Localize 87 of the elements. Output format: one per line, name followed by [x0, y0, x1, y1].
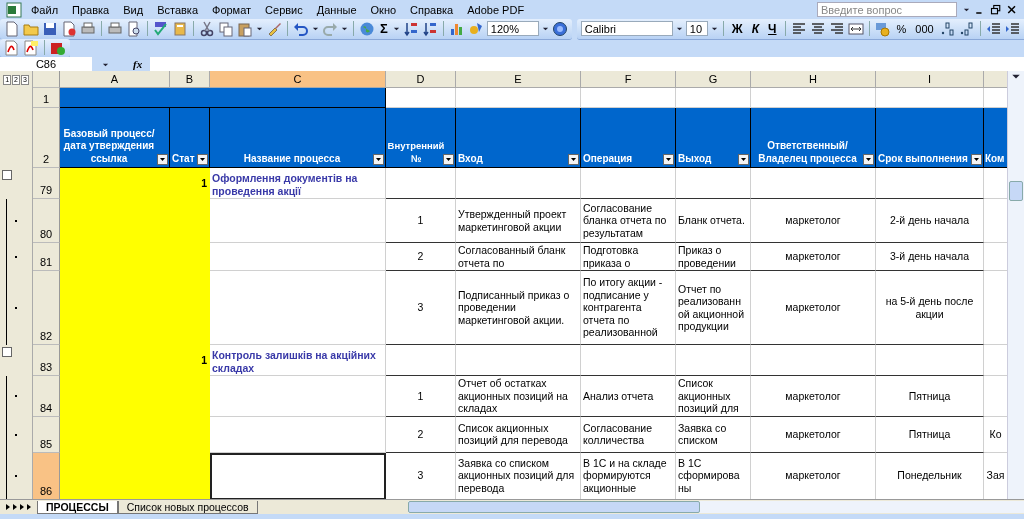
help-search-field[interactable]: Введите вопрос [817, 2, 957, 17]
bold-button[interactable]: Ж [728, 21, 746, 36]
zoom-field[interactable]: 120% [486, 21, 539, 36]
column-header: H [751, 71, 876, 88]
column-heading: Ком [984, 108, 1007, 168]
row-number: 84 [33, 376, 60, 417]
table-cell: Список акционных позиций для перевода [456, 416, 581, 453]
table-cell: Согласование бланка отчета по результатам [581, 199, 676, 243]
underline-button[interactable]: Ч [765, 21, 780, 36]
table-cell: Анализ отчета [581, 376, 676, 417]
status-value: 1 [170, 168, 210, 199]
table-cell: Бланк отчета. [676, 199, 751, 243]
sheet-tab[interactable]: ПРОЦЕССЫ [37, 500, 118, 514]
menu-item[interactable]: Правка [65, 2, 117, 17]
menu-item[interactable]: Adobe PDF [460, 2, 532, 17]
table-cell: 2 [386, 416, 456, 453]
column-header: G [676, 71, 751, 88]
column-header: B [170, 71, 210, 88]
row-number: 79 [33, 168, 60, 199]
table-cell: Приказ о проведении [676, 243, 751, 271]
font-field[interactable]: Calibri [580, 21, 673, 36]
process-title: Оформлення документів на проведення акції [210, 168, 386, 199]
menu-item[interactable]: Справка [403, 2, 461, 17]
row-number: 81 [33, 243, 60, 271]
status-value: 1 [170, 345, 210, 376]
table-cell: 1 [386, 376, 456, 417]
table-cell: 2-й день начала [876, 199, 984, 243]
percent-button[interactable]: % [893, 22, 910, 35]
font-size-field[interactable]: 10 [685, 21, 708, 36]
column-heading: Операция [581, 108, 676, 168]
row-number: 1 [33, 88, 60, 108]
row-number: 82 [33, 271, 60, 345]
menu-item[interactable]: Вставка [150, 2, 205, 17]
table-cell: 1 [386, 199, 456, 243]
row-number: 85 [33, 416, 60, 453]
column-heading: Название процесса [210, 108, 386, 168]
column-header: C [210, 71, 386, 88]
table-cell: маркетолог [751, 376, 876, 417]
table-cell: По итогу акции - подписание у контрагента отчета по реализованной [581, 271, 676, 345]
table-cell: Утвержденный проект маркетинговой акции [456, 199, 581, 243]
table-cell: Пятница [876, 376, 984, 417]
column-header: F [581, 71, 676, 88]
table-cell: 2 [386, 243, 456, 271]
column-heading: Стат [170, 108, 210, 168]
column-header: A [60, 71, 170, 88]
table-cell: маркетолог [751, 199, 876, 243]
thousands-button[interactable]: 000 [912, 22, 937, 35]
table-cell: маркетолог [751, 416, 876, 453]
table-cell: Подписанный приказ о проведении маркетинговой акции. [456, 271, 581, 345]
process-title: Контроль залишків на акційних складах [210, 345, 386, 376]
column-heading: Базовый процесс/ дата утверждения ссылка [60, 108, 170, 168]
table-cell: Отчет об остатках акционных позиций на складах [456, 376, 581, 417]
autosum-button[interactable]: Σ [378, 21, 390, 36]
row-number: 2 [33, 108, 60, 168]
column-heading: Внутренний № [386, 108, 456, 168]
menu-item[interactable]: Файл [24, 2, 66, 17]
table-cell: Согласованный бланк отчета по [456, 243, 581, 271]
column-heading: Ответственный/Владелец процесса [751, 108, 876, 168]
table-cell: Отчет по реализованн ой акционной продукции [676, 271, 751, 345]
column-heading: Срок выполнения [876, 108, 984, 168]
row-number: 86 [33, 452, 60, 499]
function-label[interactable]: fx [133, 58, 143, 70]
row-number: 80 [33, 199, 60, 243]
table-cell: Согласование колличества [581, 416, 676, 453]
column-heading: Вход [456, 108, 581, 168]
menu-item[interactable]: Данные [309, 2, 364, 17]
menu-item[interactable]: Окно [363, 2, 404, 17]
menu-item[interactable]: Вид [116, 2, 151, 17]
table-cell: на 5-й день после акции [876, 271, 984, 345]
table-cell: Пятница [876, 416, 984, 453]
italic-button[interactable]: К [748, 21, 763, 36]
column-header: D [386, 71, 456, 88]
name-box[interactable]: C86 [0, 57, 92, 71]
column-header: I [876, 71, 984, 88]
table-cell: Подготовка приказа о [581, 243, 676, 271]
table-cell: 3-й день начала [876, 243, 984, 271]
sheet-tab[interactable]: Список новых процессов [117, 500, 258, 514]
menu-item[interactable]: Формат [205, 2, 259, 17]
column-header: E [456, 71, 581, 88]
table-cell: маркетолог [751, 271, 876, 345]
column-heading: Выход [676, 108, 751, 168]
table-cell: маркетолог [751, 243, 876, 271]
table-cell: Заявка со списком [676, 416, 751, 453]
table-cell: Список акционных позиций для [676, 376, 751, 417]
menu-item[interactable]: Сервис [258, 2, 310, 17]
row-number: 83 [33, 345, 60, 376]
table-cell: 3 [386, 271, 456, 345]
